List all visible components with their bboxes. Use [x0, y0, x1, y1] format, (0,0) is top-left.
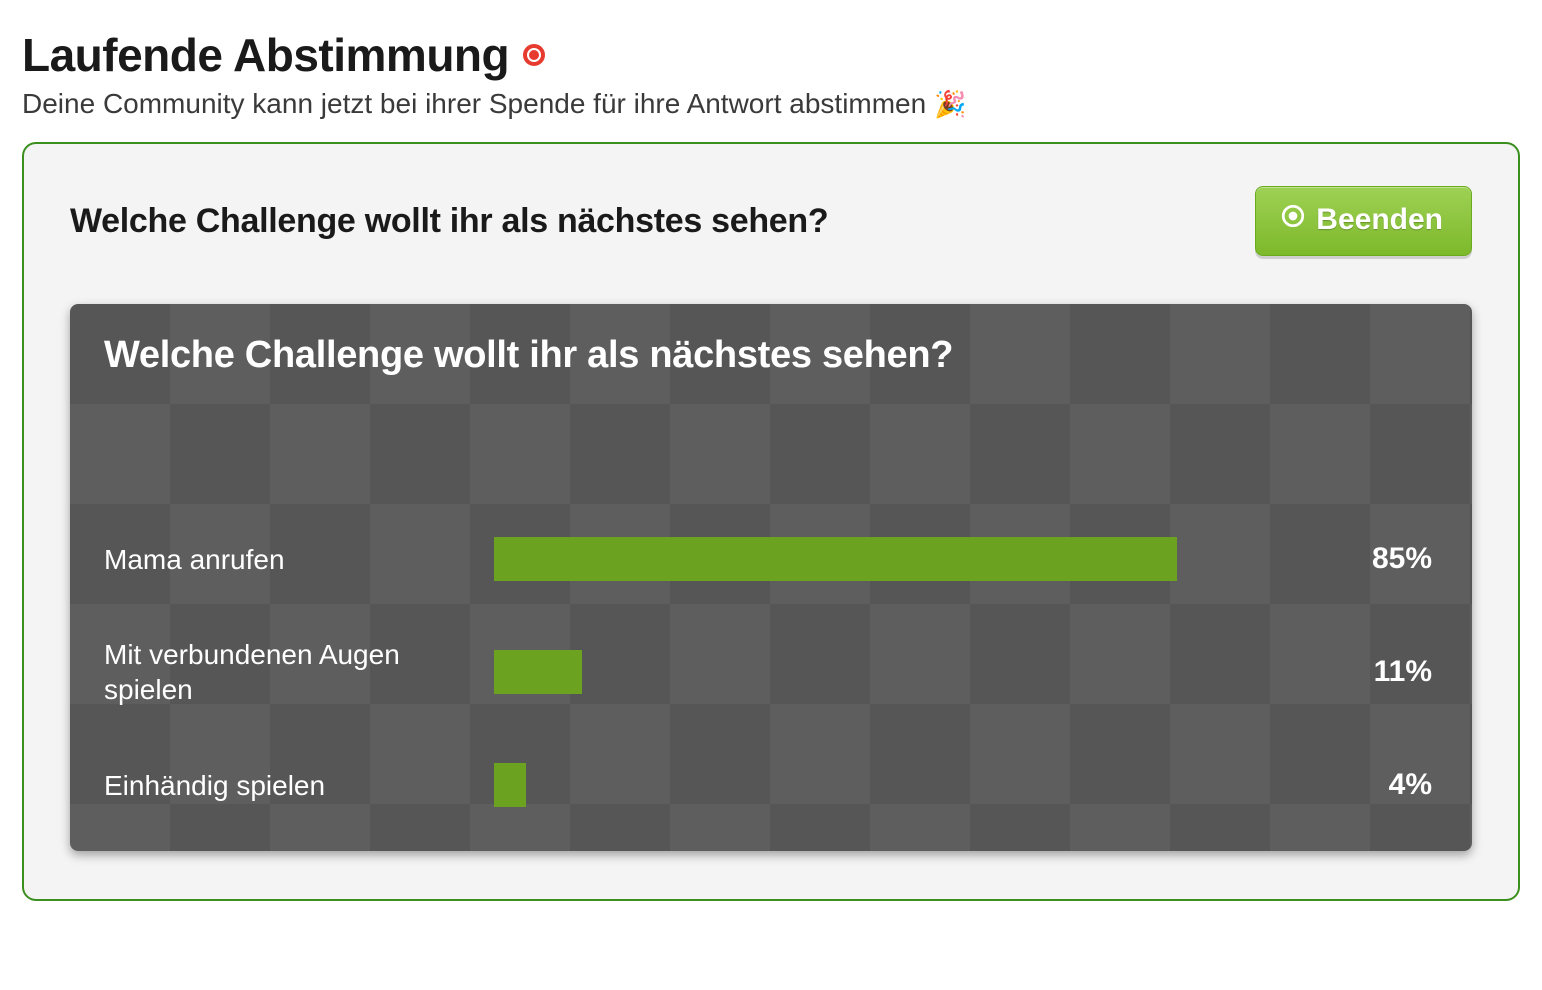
poll-result-card: Welche Challenge wollt ihr als nächstes …	[70, 304, 1472, 851]
poll-panel-header: Welche Challenge wollt ihr als nächstes …	[70, 186, 1472, 256]
poll-result-row: Mama anrufen 85%	[104, 537, 1438, 581]
poll-result-question: Welche Challenge wollt ihr als nächstes …	[104, 334, 1438, 377]
poll-bar-fill	[494, 650, 582, 694]
poll-option-percent: 4%	[1308, 768, 1438, 802]
poll-option-label: Mit verbundenen Augen spielen	[104, 637, 484, 707]
page-title: Laufende Abstimmung	[22, 28, 1520, 82]
target-icon	[1280, 203, 1306, 237]
poll-option-percent: 11%	[1308, 655, 1438, 689]
party-emoji-icon: 🎉	[934, 89, 966, 119]
poll-option-label: Einhändig spielen	[104, 768, 484, 803]
page-title-text: Laufende Abstimmung	[22, 28, 509, 82]
poll-result-row: Einhändig spielen 4%	[104, 763, 1438, 807]
end-poll-button[interactable]: Beenden	[1255, 186, 1472, 256]
live-indicator-icon	[523, 44, 545, 66]
poll-option-percent: 85%	[1308, 542, 1438, 576]
poll-panel: Welche Challenge wollt ihr als nächstes …	[22, 142, 1520, 901]
end-poll-button-label: Beenden	[1316, 203, 1443, 237]
poll-bar-track	[494, 763, 1298, 807]
poll-bar-fill	[494, 537, 1177, 581]
poll-option-label: Mama anrufen	[104, 542, 484, 577]
poll-bar-fill	[494, 763, 526, 807]
poll-question: Welche Challenge wollt ihr als nächstes …	[70, 202, 828, 241]
poll-result-rows: Mama anrufen 85% Mit verbundenen Augen spi…	[104, 537, 1438, 807]
page-subtitle-text: Deine Community kann jetzt bei ihrer Spe…	[22, 88, 926, 119]
poll-bar-track	[494, 650, 1298, 694]
poll-result-row: Mit verbundenen Augen spielen 11%	[104, 637, 1438, 707]
poll-bar-track	[494, 537, 1298, 581]
page-subtitle: Deine Community kann jetzt bei ihrer Spe…	[22, 88, 1520, 120]
